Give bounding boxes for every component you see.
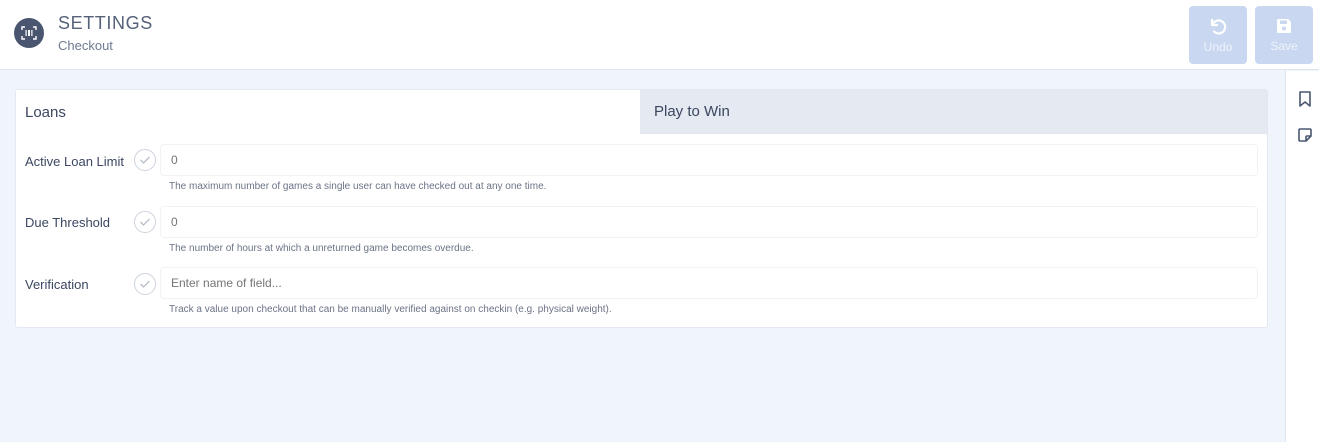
active-loan-limit-input[interactable] — [160, 144, 1258, 176]
undo-label: Undo — [1203, 40, 1233, 54]
tab-play-to-win[interactable]: Play to Win — [640, 90, 1267, 134]
page-subtitle: Checkout — [58, 38, 113, 53]
verification-field-input[interactable] — [160, 267, 1258, 299]
tab-bar: Loans Play to Win — [16, 90, 1267, 134]
due-threshold-input[interactable] — [160, 206, 1258, 238]
setting-label: Active Loan Limit — [25, 154, 124, 169]
setting-help-text: The maximum number of games a single use… — [169, 181, 547, 192]
setting-help-text: The number of hours at which a unreturne… — [169, 243, 474, 254]
check-icon[interactable] — [134, 273, 156, 295]
undo-icon — [1210, 18, 1227, 35]
note-icon[interactable] — [1296, 126, 1314, 144]
page-title: SETTINGS — [58, 13, 153, 33]
check-icon[interactable] — [134, 149, 156, 171]
page-header: SETTINGS Checkout Undo Save — [0, 0, 1319, 70]
right-rail — [1285, 71, 1319, 442]
save-label: Save — [1270, 39, 1298, 53]
setting-help-text: Track a value upon checkout that can be … — [169, 304, 612, 315]
barcode-scanner-icon — [14, 18, 44, 48]
setting-label: Verification — [25, 277, 89, 292]
save-icon — [1277, 19, 1291, 33]
setting-label: Due Threshold — [25, 215, 111, 230]
undo-button[interactable]: Undo — [1189, 6, 1247, 64]
tab-loans[interactable]: Loans — [16, 90, 640, 134]
settings-panel: Loans Play to Win Active Loan Limit The … — [15, 89, 1268, 328]
bookmark-icon[interactable] — [1296, 90, 1314, 108]
check-icon[interactable] — [134, 211, 156, 233]
save-button[interactable]: Save — [1255, 6, 1313, 64]
